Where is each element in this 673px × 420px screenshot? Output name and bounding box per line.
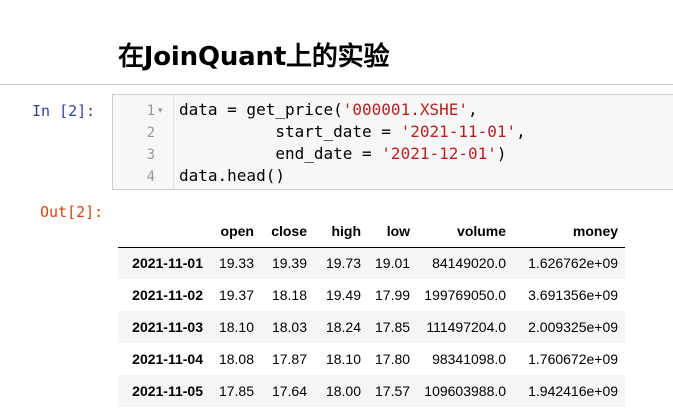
cell-low: 19.01 xyxy=(375,255,411,272)
table-body: 2021-11-01 19.33 19.39 19.73 19.01 84149020.0… xyxy=(118,247,626,407)
column-header-low: low xyxy=(368,215,418,248)
row-index-label: 2021-11-04 xyxy=(132,351,203,367)
row-index-label: 2021-11-05 xyxy=(132,383,203,399)
row-index-label: 2021-11-03 xyxy=(132,319,203,335)
cell-high: 18.24 xyxy=(325,319,361,335)
cell-close: 17.87 xyxy=(271,351,307,367)
line-number: 4 xyxy=(146,169,155,185)
cell-volume: 111497204.0 xyxy=(426,319,507,335)
cell-money: 2.009325e+09 xyxy=(528,319,619,335)
cell-volume: 199769050.0 xyxy=(424,287,507,303)
column-header-high: high xyxy=(314,215,368,248)
cell-open: 19.37 xyxy=(218,287,254,303)
cell-volume: 109603988.0 xyxy=(424,383,507,399)
cell-low: 17.57 xyxy=(375,383,411,399)
cell-high: 18.10 xyxy=(325,351,361,367)
column-header-volume: volume xyxy=(417,215,514,248)
cell-close: 18.18 xyxy=(271,287,307,303)
table-row: 2021-11-01 19.33 19.39 19.73 19.01 84149020.0… xyxy=(118,247,626,279)
cell-money: 1.626762e+09 xyxy=(528,255,619,272)
cell-close: 17.64 xyxy=(271,383,307,399)
cell-volume: 84149020.0 xyxy=(432,255,507,272)
table-row: 2021-11-05 17.85 17.64 18.00 17.57 109603988.… xyxy=(118,375,626,407)
line-number-gutter: 1 ▾ 2 3 4 xyxy=(113,95,174,189)
output-prompt: Out[2]: xyxy=(40,203,104,221)
cell-open: 18.10 xyxy=(218,319,254,335)
cell-high: 19.49 xyxy=(325,287,361,303)
code-cell-editor[interactable]: 1 ▾ 2 3 4 data = get_price('000001.XSHE'… xyxy=(112,94,673,190)
dataframe-table: open close high low volume money 2021-11… xyxy=(118,215,626,407)
table-header-row: open close high low volume money xyxy=(118,215,626,248)
code-line[interactable]: end_date = '2021-12-01') xyxy=(179,144,506,163)
fold-arrow-icon[interactable]: ▾ xyxy=(158,105,163,116)
section-heading: 在JoinQuant上的实验 xyxy=(118,42,390,72)
cell-low: 17.80 xyxy=(375,351,411,367)
cell-money: 1.760672e+09 xyxy=(528,351,619,367)
row-index-label: 2021-11-02 xyxy=(132,287,203,303)
code-line[interactable]: data = get_price('000001.XSHE', xyxy=(179,100,478,119)
cell-open: 19.33 xyxy=(218,255,254,272)
cell-volume: 98341098.0 xyxy=(432,351,507,367)
code-line[interactable]: start_date = '2021-11-01', xyxy=(179,122,525,141)
cell-open: 18.08 xyxy=(218,351,254,367)
cell-low: 17.85 xyxy=(375,319,411,335)
cell-money: 1.942416e+09 xyxy=(528,383,619,399)
table-row: 2021-11-02 19.37 18.18 19.49 17.99 199769050.… xyxy=(118,279,625,311)
column-header-money: money xyxy=(513,215,626,248)
code-line[interactable]: data.head() xyxy=(179,166,285,185)
row-index-label: 2021-11-01 xyxy=(132,255,203,272)
cell-close: 19.39 xyxy=(271,255,307,272)
cell-divider xyxy=(0,84,673,85)
line-number: 2 xyxy=(146,125,155,141)
cell-close: 18.03 xyxy=(271,319,307,335)
table-row: 2021-11-03 18.10 18.03 18.24 17.85 111497204.… xyxy=(118,311,626,343)
cell-money: 3.691356e+09 xyxy=(528,287,619,303)
column-header-close: close xyxy=(261,215,314,248)
index-header xyxy=(118,215,210,248)
column-header-open: open xyxy=(210,215,261,248)
table-row: 2021-11-04 18.08 17.87 18.10 17.80 98341098.0… xyxy=(118,343,625,375)
cell-low: 17.99 xyxy=(375,287,411,303)
line-number: 1 xyxy=(146,103,155,119)
cell-high: 18.00 xyxy=(325,383,361,399)
line-number: 3 xyxy=(146,147,155,163)
cell-high: 19.73 xyxy=(325,255,361,272)
input-prompt: In [2]: xyxy=(32,102,96,120)
cell-open: 17.85 xyxy=(218,383,254,399)
